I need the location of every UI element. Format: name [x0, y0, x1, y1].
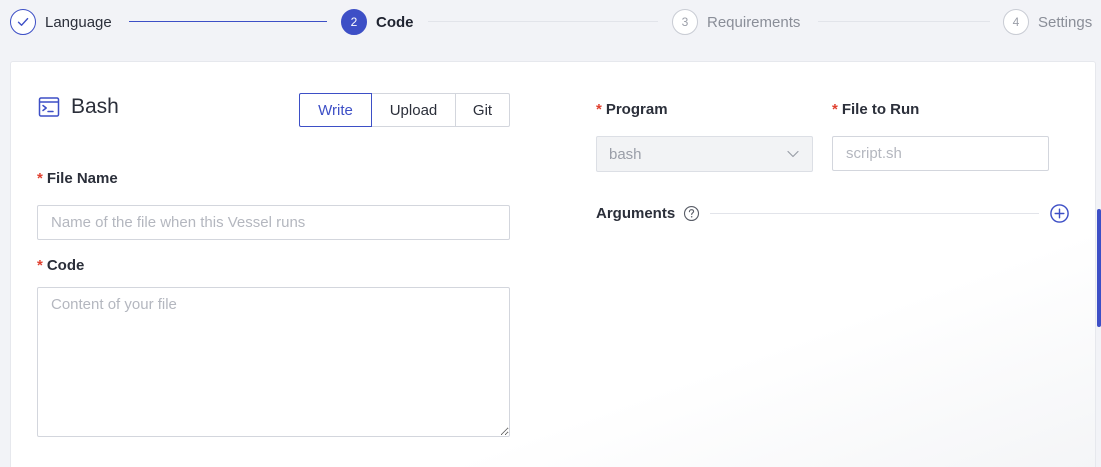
chevron-down-icon	[787, 150, 799, 158]
steps-bar: Language 2 Code 3 Requirements 4 Setting…	[0, 0, 1101, 44]
step-label-requirements: Requirements	[707, 13, 801, 31]
language-header: Bash	[37, 95, 119, 119]
tab-upload[interactable]: Upload	[371, 93, 456, 127]
file-to-run-label-text: File to Run	[841, 101, 920, 118]
step-number-code: 2	[341, 9, 367, 35]
step-connector-2	[428, 21, 658, 22]
program-label-text: Program	[605, 101, 668, 118]
step-connector-3	[818, 21, 990, 22]
file-name-label-text: File Name	[46, 170, 118, 187]
arguments-label: Arguments	[596, 204, 676, 222]
step-number-requirements: 3	[672, 9, 698, 35]
language-name: Bash	[71, 95, 119, 118]
code-label-text: Code	[46, 257, 85, 274]
terminal-icon	[38, 97, 60, 117]
code-label: * Code	[37, 257, 84, 274]
required-mark: *	[37, 257, 43, 274]
program-select[interactable]: bash	[596, 136, 813, 172]
step-label-language: Language	[45, 13, 112, 31]
step-connector-1	[129, 21, 327, 22]
required-mark: *	[37, 170, 43, 187]
code-textarea[interactable]	[37, 287, 510, 437]
file-name-label: * File Name	[37, 170, 118, 187]
step-requirements[interactable]: 3 Requirements	[672, 8, 800, 36]
step-code[interactable]: 2 Code	[341, 8, 414, 36]
arguments-divider	[710, 212, 1039, 214]
required-mark: *	[832, 101, 838, 118]
source-tabs: Write Upload Git	[299, 93, 510, 127]
check-icon	[10, 9, 36, 35]
step-label-settings: Settings	[1038, 13, 1093, 31]
file-to-run-input[interactable]	[832, 136, 1049, 171]
step-label-code: Code	[376, 13, 414, 31]
step-language[interactable]: Language	[10, 8, 112, 36]
question-circle-icon[interactable]	[683, 205, 700, 222]
program-label: * Program	[596, 101, 668, 118]
file-to-run-label: * File to Run	[832, 101, 919, 118]
step-number-settings: 4	[1003, 9, 1029, 35]
program-select-value: bash	[609, 145, 642, 163]
step-settings[interactable]: 4 Settings	[1003, 8, 1092, 36]
tab-git[interactable]: Git	[455, 93, 510, 127]
tab-write[interactable]: Write	[299, 93, 372, 127]
file-name-input[interactable]	[37, 205, 510, 240]
plus-circle-icon[interactable]	[1049, 203, 1070, 224]
required-mark: *	[596, 101, 602, 118]
arguments-row: Arguments	[596, 201, 1070, 225]
scrollbar-thumb[interactable]	[1097, 209, 1101, 327]
